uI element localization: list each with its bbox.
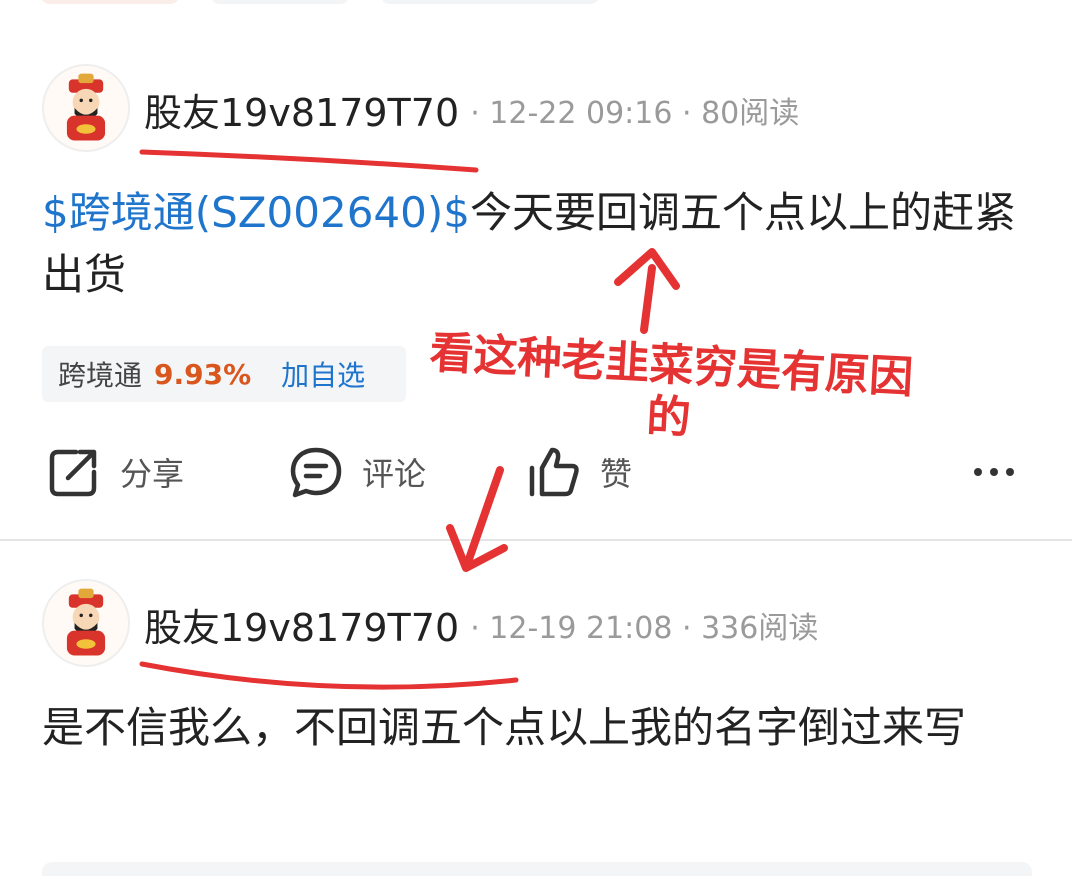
post-meta: 股友19v8179T70 · 12-19 21:08 · 336阅读 <box>144 597 819 650</box>
arrow-down-head <box>446 524 508 572</box>
share-button[interactable]: 分享 <box>46 440 184 504</box>
post-divider <box>0 539 1072 541</box>
more-icon <box>974 468 1014 476</box>
stock-tag[interactable]: 跨境通 9.93% 加自选 <box>42 346 406 402</box>
post-content[interactable]: $跨境通(SZ002640)$今天要回调五个点以上的赶紧出货 <box>42 182 1032 306</box>
annotation-text: 看这种老韭菜穷是有原因的 <box>428 327 915 445</box>
top-chips-remnant <box>40 0 1040 4</box>
share-label: 分享 <box>120 455 185 493</box>
underline-mark <box>139 661 519 690</box>
chip[interactable] <box>210 0 350 4</box>
avatar[interactable] <box>42 64 130 152</box>
avatar[interactable] <box>42 579 130 667</box>
chip[interactable] <box>40 0 180 4</box>
stock-tag-change: 9.93% <box>154 357 252 391</box>
username[interactable]: 股友19v8179T70 <box>144 91 459 135</box>
share-icon <box>49 449 97 497</box>
caishen-avatar-icon <box>44 66 128 150</box>
stock-link[interactable]: $跨境通(SZ002640)$ <box>42 188 470 237</box>
username[interactable]: 股友19v8179T70 <box>144 606 459 650</box>
like-button[interactable]: 赞 <box>526 440 632 504</box>
add-watchlist-button[interactable]: 加自选 <box>281 354 365 394</box>
more-button[interactable] <box>970 440 1018 504</box>
post-time-reads: · 12-22 09:16 · 80阅读 <box>470 95 800 131</box>
post-meta: 股友19v8179T70 · 12-22 09:16 · 80阅读 <box>144 82 800 135</box>
comment-icon <box>290 447 342 498</box>
chip[interactable] <box>380 0 600 4</box>
next-post-remnant <box>42 862 1032 876</box>
stock-tag-name: 跨境通 <box>58 359 143 392</box>
comment-button[interactable]: 评论 <box>288 440 426 504</box>
like-icon <box>529 447 579 497</box>
post-text: 是不信我么，不回调五个点以上我的名字倒过来写 <box>42 703 967 752</box>
post-time-reads: · 12-19 21:08 · 336阅读 <box>470 610 819 646</box>
comment-label: 评论 <box>362 455 427 493</box>
underline-mark <box>139 149 479 173</box>
post-content[interactable]: 是不信我么，不回调五个点以上我的名字倒过来写 <box>42 697 1032 759</box>
caishen-avatar-icon <box>44 581 128 665</box>
like-label: 赞 <box>600 455 633 493</box>
